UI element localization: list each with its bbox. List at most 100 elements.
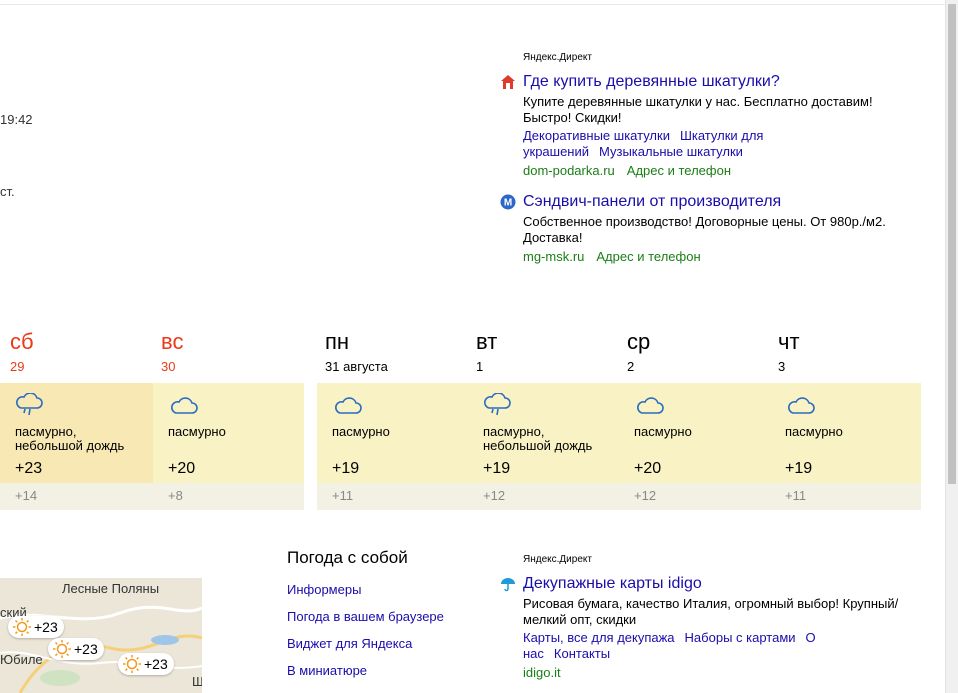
forecast-day-temp: +19	[483, 460, 511, 477]
ad-sitelinks: Декоративные шкатулки Шкатулки для украше…	[523, 128, 900, 160]
forecast-condition-line: небольшой дождь	[483, 438, 593, 453]
forecast-night-section: +11	[317, 483, 468, 510]
cloud-icon	[171, 397, 198, 414]
forecast-condition: пасмурно	[634, 425, 692, 439]
sun-icon	[13, 618, 31, 636]
forecast-condition: пасмурно	[332, 425, 390, 439]
ad-sitelink[interactable]: Музыкальные шкатулки	[599, 144, 743, 159]
cloud-rain-icon	[484, 393, 511, 416]
ad-title-link[interactable]: Декупажные карты idigo	[523, 575, 702, 593]
map-label: Юбиле	[0, 652, 43, 667]
vertical-scrollbar[interactable]	[945, 0, 958, 693]
ad-2: M Сэндвич-панели от производителя Собств…	[500, 193, 900, 264]
ad-sitelink[interactable]: Контакты	[554, 646, 610, 661]
forecast-day-name: ср	[627, 329, 651, 354]
forecast-day-card[interactable]: пасмурно +20 +8	[153, 383, 304, 510]
forecast-day-temp: +19	[332, 460, 360, 477]
forecast-night-section: +12	[619, 483, 770, 510]
miniature-link[interactable]: В миниатюре	[287, 663, 367, 678]
forecast-day-temp: +20	[168, 460, 196, 477]
umbrella-icon	[501, 578, 515, 592]
ad-address-link[interactable]: Адрес и телефон	[627, 163, 731, 178]
ad-title-link[interactable]: Сэндвич-панели от производителя	[523, 193, 781, 211]
ad-domain-link[interactable]: idigo.it	[523, 665, 561, 680]
ad-sitelink[interactable]: Наборы с картами	[685, 630, 796, 645]
ad-address-link[interactable]: Адрес и телефон	[596, 249, 700, 264]
forecast-condition: пасмурно	[168, 425, 226, 439]
forecast-night-temp: +14	[15, 488, 38, 503]
forecast-day-section: пасмурно +19	[770, 383, 921, 483]
scrollbar-thumb[interactable]	[948, 4, 956, 484]
forecast-condition-line: пасмурно	[168, 424, 226, 439]
map-temp-pin[interactable]: +23	[8, 616, 64, 638]
metro-icon: M	[500, 194, 516, 210]
map-temp-pin[interactable]: +23	[118, 653, 174, 675]
ad-sitelinks: Карты, все для декупажа Наборы с картами О…	[523, 630, 900, 662]
informers-link[interactable]: Информеры	[287, 582, 361, 597]
forecast-night-temp: +12	[634, 488, 657, 503]
ad-sitelink[interactable]: Декоративные шкатулки	[523, 128, 670, 143]
ad-description: Рисовая бумага, качество Италия, огромны…	[523, 596, 899, 627]
ad-3: Декупажные карты idigo Рисовая бумага, к…	[500, 575, 900, 680]
cloud-icon	[637, 397, 664, 414]
forecast-day-date: 29	[10, 359, 25, 374]
forecast-night-temp: +12	[483, 488, 506, 503]
forecast-condition-line: пасмурно	[634, 424, 692, 439]
ad-domain-row: dom-podarka.ru Адрес и телефон	[523, 163, 900, 178]
forecast-day-card[interactable]: пасмурно, небольшой дождь +19 +12	[468, 383, 619, 510]
forecast-condition-line: небольшой дождь	[15, 438, 125, 453]
ad-domain-row: idigo.it	[523, 665, 900, 680]
forecast-condition-line: пасмурно,	[15, 424, 77, 439]
forecast-night-section: +8	[153, 483, 304, 510]
forecast-day-name: чт	[778, 329, 800, 354]
forecast-condition-line: пасмурно	[785, 424, 843, 439]
cloud-icon	[335, 397, 362, 414]
forecast-day-section: пасмурно, небольшой дождь +19	[468, 383, 619, 483]
ad-domain-link[interactable]: mg-msk.ru	[523, 249, 584, 264]
forecast-night-temp: +11	[332, 488, 354, 503]
forecast-night-temp: +11	[785, 488, 807, 503]
forecast-day-section: пасмурно +19	[317, 383, 468, 483]
text-fragment: ст.	[0, 184, 15, 199]
cloud-rain-icon	[16, 393, 43, 416]
map-label: Щ	[192, 674, 202, 689]
forecast-day-date: 31 августа	[325, 359, 388, 374]
forecast-day-section: пасмурно +20	[619, 383, 770, 483]
forecast-day-date: 30	[161, 359, 176, 374]
ad-sitelink[interactable]: Карты, все для декупажа	[523, 630, 675, 645]
forecast-day-temp: +20	[634, 460, 662, 477]
forecast-day-name: вт	[476, 329, 498, 354]
browser-weather-link[interactable]: Погода в вашем браузере	[287, 609, 444, 624]
forecast-night-section: +11	[770, 483, 921, 510]
yandex-widget-link[interactable]: Виджет для Яндекса	[287, 636, 412, 651]
map-label: Лесные Поляны	[62, 581, 160, 596]
map-pin-temp: +23	[144, 656, 168, 672]
forecast-condition: пасмурно, небольшой дождь	[483, 425, 592, 453]
direct-label: Яндекс.Директ	[523, 554, 592, 565]
forecast-day-temp: +19	[785, 460, 813, 477]
map-pin-temp: +23	[74, 641, 98, 657]
cloud-icon	[788, 397, 815, 414]
time-fragment: 19:42	[0, 112, 33, 127]
forecast-day-card[interactable]: пасмурно +19 +11	[770, 383, 921, 510]
map-temp-pin[interactable]: +23	[48, 638, 104, 660]
ad-title-link[interactable]: Где купить деревянные шкатулки?	[523, 73, 780, 91]
forecast-night-temp: +8	[168, 488, 183, 503]
svg-text:M: M	[504, 198, 512, 209]
forecast-day-card[interactable]: пасмурно +20 +12	[619, 383, 770, 510]
forecast-day-section: пасмурно +20	[153, 383, 304, 483]
ad-domain-row: mg-msk.ru Адрес и телефон	[523, 249, 900, 264]
weather-map[interactable]: Лесные Поляны ский Юбиле Щ +23 +23 +23	[0, 578, 202, 693]
forecast-day-card[interactable]: пасмурно +19 +11	[317, 383, 468, 510]
ad-1: Где купить деревянные шкатулки? Купите д…	[500, 73, 900, 178]
house-icon	[501, 75, 515, 89]
forecast-night-section: +14	[0, 483, 153, 510]
forecast-day-date: 1	[476, 359, 484, 374]
forecast-day-name: сб	[10, 329, 34, 354]
forecast-day-name: пн	[325, 329, 350, 354]
ad-domain-link[interactable]: dom-podarka.ru	[523, 163, 615, 178]
forecast-condition: пасмурно, небольшой дождь	[15, 425, 124, 453]
map-pin-temp: +23	[34, 619, 58, 635]
forecast-condition: пасмурно	[785, 425, 843, 439]
forecast-day-card[interactable]: пасмурно, небольшой дождь +23 +14	[0, 383, 153, 510]
